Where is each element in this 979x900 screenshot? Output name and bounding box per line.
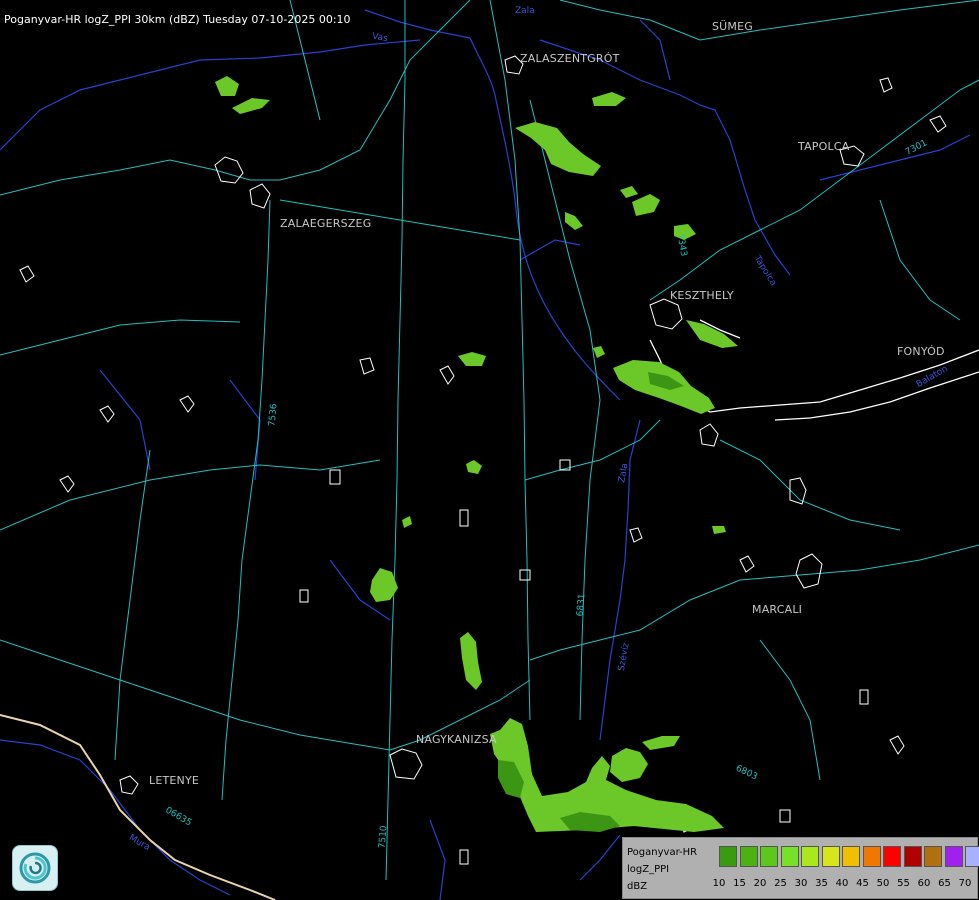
legend-tick-label: 30: [794, 878, 808, 889]
radar-echoes: [215, 76, 738, 832]
river-label: Zala: [515, 6, 535, 16]
road-network: [0, 0, 979, 881]
radar-logo: [12, 845, 58, 891]
echo-cell: [490, 718, 724, 832]
legend-swatch: [760, 846, 778, 867]
echo-cell: [232, 98, 270, 114]
town-label-nagykanizsa: NAGYKANIZSA: [416, 733, 497, 746]
echo-cell: [466, 460, 482, 474]
legend-product: logZ_PPI: [627, 864, 670, 875]
legend-swatch: [780, 846, 799, 867]
legend-radar-name: Poganyvar-HR: [627, 847, 698, 858]
echo-cell: [642, 736, 680, 750]
legend-swatch: [944, 846, 963, 867]
legend-swatch: [924, 846, 942, 867]
echo-cell: [458, 352, 486, 366]
legend-tick-label: 65: [938, 878, 951, 889]
legend-tick-label: 50: [876, 878, 890, 889]
town-label-sumeg: SÜMEG: [712, 20, 753, 33]
legend-tick-label: 25: [774, 878, 787, 889]
legend-swatch: [801, 846, 819, 867]
road-label: 7536: [267, 403, 280, 427]
legend-tick-label: 45: [856, 878, 869, 889]
legend-tick-label: 40: [835, 878, 849, 889]
dbz-legend: Poganyvar-HR logZ_PPI dBZ 10 15 20 25 30 35 40…: [622, 837, 979, 899]
town-label-fonyod: FONYÓD: [897, 345, 945, 358]
echo-cell: [592, 92, 626, 106]
legend-tick-label: 10: [712, 878, 726, 889]
road-label: 7510: [377, 825, 390, 849]
legend-swatch: [965, 846, 979, 867]
echo-cell: [565, 212, 583, 230]
echo-cell: [632, 194, 660, 216]
town-label-tapolca: TAPOLCA: [798, 140, 850, 153]
town-label-marcali: MARCALI: [752, 603, 803, 616]
town-label-keszthely: KESZTHELY: [670, 289, 734, 302]
map-title: Poganyvar-HR logZ_PPI 30km (dBZ) Tuesday…: [4, 13, 351, 26]
echo-cell: [620, 186, 638, 198]
swirl-icon: [19, 852, 51, 884]
legend-tick-label: 55: [897, 878, 910, 889]
radar-map: [0, 0, 979, 900]
legend-tick-label: 15: [733, 878, 746, 889]
echo-cell: [610, 748, 648, 782]
legend-swatch: [821, 846, 840, 867]
legend-tick-label: 35: [815, 878, 828, 889]
town-label-letenye: LETENYE: [149, 774, 200, 787]
echo-cell: [402, 516, 412, 528]
town-label-zalaszentgrot: ZALASZENTGRÓT: [520, 52, 620, 65]
echo-cell: [593, 346, 605, 358]
legend-tick-label: 70: [958, 878, 972, 889]
road-label: 6831: [575, 593, 588, 617]
echo-cell: [215, 76, 239, 96]
legend-unit: dBZ: [627, 881, 648, 892]
legend-swatch: [883, 846, 901, 867]
legend-swatch: [739, 846, 758, 867]
legend-tick-label: 20: [753, 878, 767, 889]
legend-swatch: [842, 846, 860, 867]
legend-swatch: [862, 846, 881, 867]
legend-swatch: [719, 846, 737, 867]
town-label-zalaegerszeg: ZALAEGERSZEG: [280, 217, 372, 230]
echo-cell: [460, 632, 482, 690]
legend-tick-label: 60: [917, 878, 931, 889]
legend-swatch: [903, 846, 922, 867]
echo-cell: [712, 526, 726, 534]
echo-cell: [515, 122, 601, 176]
